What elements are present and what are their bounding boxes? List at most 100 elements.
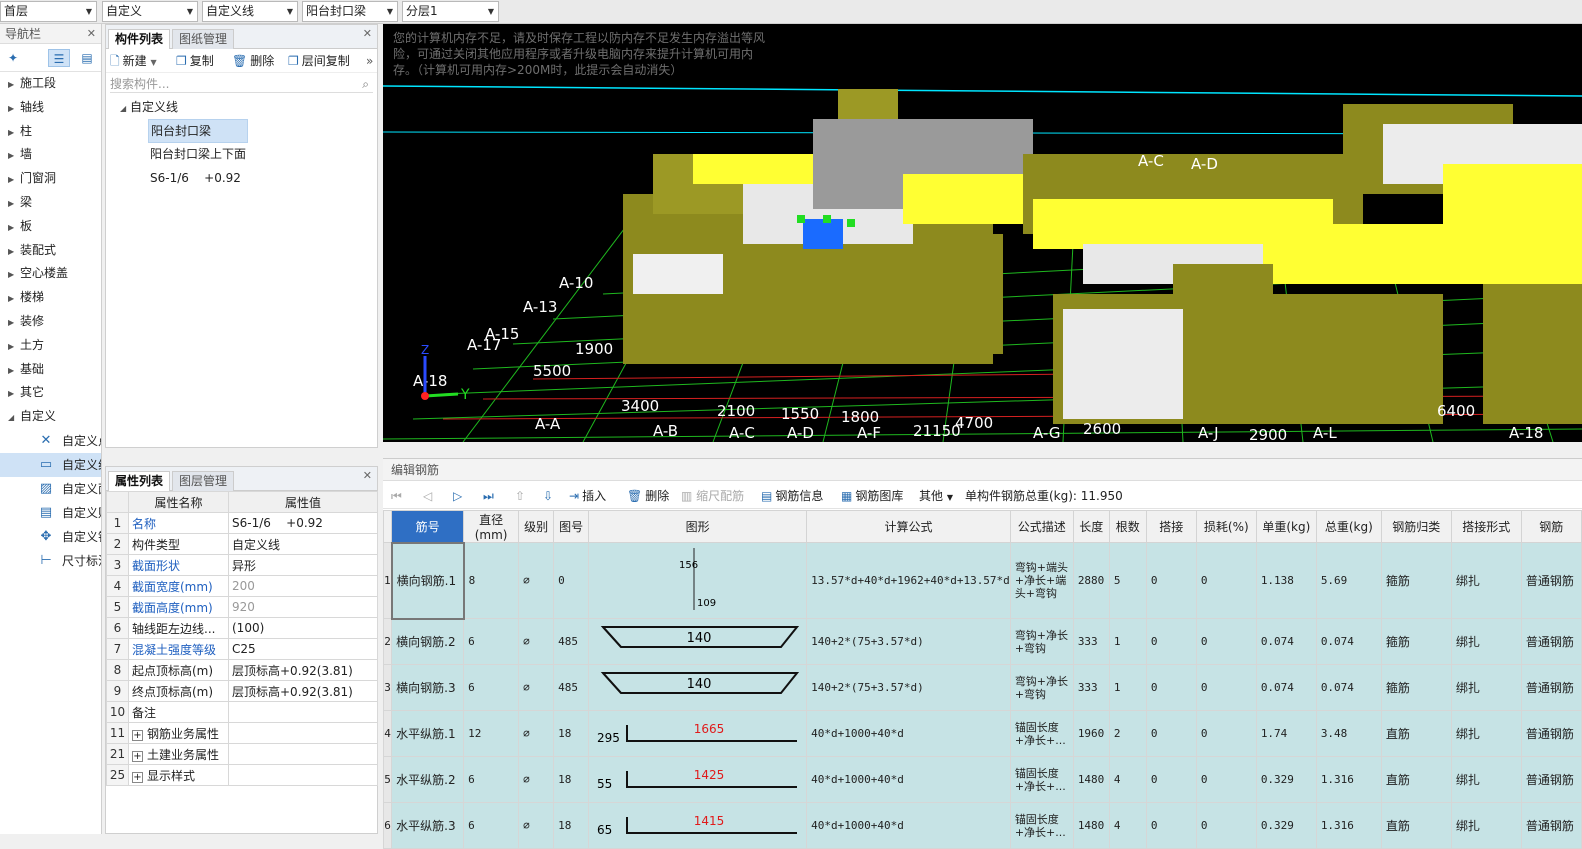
prop-value[interactable] (228, 722, 378, 744)
nav-item[interactable]: ◢ 自定义 (0, 405, 101, 429)
nav-subitem[interactable]: ▨自定义面 (0, 477, 101, 501)
rebar-lap[interactable]: 0 (1145, 756, 1197, 803)
rebar-name[interactable]: 横向钢筋.2 (391, 618, 465, 665)
tab-property-list[interactable]: 属性列表 (108, 471, 171, 491)
rebar-formula-desc[interactable]: 弯钩+净长+弯钩 (1009, 618, 1074, 665)
rebar-header[interactable]: 公式描述 (1009, 510, 1074, 543)
nav-item[interactable]: ▶ 梁 (0, 191, 101, 215)
rebar-lap-form[interactable]: 绑扎 (1450, 710, 1522, 757)
rebar-lap-form[interactable]: 绑扎 (1450, 542, 1522, 619)
rebar-grade[interactable]: ⌀ (518, 710, 555, 757)
property-row[interactable]: 5 截面高度(mm) 920 (106, 596, 378, 618)
type-select[interactable]: 自定义线 ▼ (202, 1, 298, 22)
rebar-header[interactable]: 图号 (553, 510, 590, 543)
rebar-type[interactable]: 普通钢筋 (1520, 802, 1582, 849)
rebar-lap[interactable]: 0 (1145, 542, 1197, 619)
expand-icon[interactable]: + (132, 729, 143, 741)
tab-layer-management[interactable]: 图层管理 (172, 471, 235, 491)
rebar-diameter[interactable]: 12 (463, 710, 520, 757)
rebar-library-button[interactable]: ▦ 钢筋图库 (841, 487, 903, 505)
rebar-header[interactable]: 钢筋 (1520, 510, 1582, 543)
delete-button[interactable]: 🗑 删除 (232, 52, 274, 70)
rebar-formula-desc[interactable]: 锚固长度+净长+... (1009, 710, 1074, 757)
close-icon[interactable]: ✕ (87, 24, 96, 44)
rebar-type[interactable]: 普通钢筋 (1520, 756, 1582, 803)
rebar-figure-no[interactable]: 18 (553, 756, 590, 803)
nav-item[interactable]: ▶ 装修 (0, 310, 101, 334)
rebar-formula[interactable]: 40*d+1000+40*d (806, 802, 1011, 849)
rebar-name[interactable]: 水平纵筋.3 (391, 802, 465, 849)
nav-item[interactable]: ▶ 轴线 (0, 96, 101, 120)
prop-value[interactable]: 920 (228, 596, 378, 618)
nav-item[interactable]: ▶ 装配式 (0, 239, 101, 263)
rebar-shape[interactable]: 295 1665 (588, 710, 808, 757)
expand-icon[interactable]: + (132, 750, 143, 762)
rebar-loss[interactable]: 0 (1195, 756, 1257, 803)
copy-button[interactable]: ❐ 复制 (176, 52, 214, 70)
rebar-category[interactable]: 箍筋 (1380, 664, 1452, 711)
nav-item[interactable]: ▶ 施工段 (0, 72, 101, 96)
nav-item[interactable]: ▶ 空心楼盖 (0, 262, 101, 286)
property-row[interactable]: 9 终点顶标高(m) 层顶标高+0.92(3.81) (106, 680, 378, 702)
rebar-type[interactable]: 普通钢筋 (1520, 664, 1582, 711)
rebar-diameter[interactable]: 6 (463, 664, 520, 711)
property-row[interactable]: 21 + 土建业务属性 (106, 743, 378, 765)
rebar-header[interactable]: 直径(mm) (463, 510, 520, 543)
rebar-lap[interactable]: 0 (1145, 802, 1197, 849)
rebar-type[interactable]: 普通钢筋 (1520, 542, 1582, 619)
delete-row-button[interactable]: 🗑 删除 (627, 487, 669, 505)
rebar-shape[interactable]: 140 (588, 664, 808, 711)
prop-value[interactable]: S6-1/6 +0.92 (228, 512, 378, 534)
rebar-diameter[interactable]: 6 (463, 802, 520, 849)
prop-value[interactable]: C25 (228, 638, 378, 660)
nav-item[interactable]: ▶ 板 (0, 215, 101, 239)
nav-subitem[interactable]: ✕自定义点 (0, 429, 101, 453)
rebar-loss[interactable]: 0 (1195, 802, 1257, 849)
prev-icon[interactable]: ◁ (423, 487, 432, 505)
detail-view-icon[interactable]: ▤ (76, 49, 98, 67)
pin-icon[interactable]: ✦ (2, 49, 24, 67)
rebar-shape[interactable]: 140 (588, 618, 808, 665)
rebar-shape[interactable]: 55 1425 (588, 756, 808, 803)
rebar-name[interactable]: 横向钢筋.1 (390, 541, 465, 620)
rebar-formula-desc[interactable]: 弯钩+端头+净长+端头+弯钩 (1009, 542, 1074, 619)
property-row[interactable]: 8 起点顶标高(m) 层顶标高+0.92(3.81) (106, 659, 378, 681)
close-icon[interactable]: ✕ (363, 27, 372, 40)
property-row[interactable]: 11 + 钢筋业务属性 (106, 722, 378, 744)
rebar-lap[interactable]: 0 (1145, 618, 1197, 665)
more-icon[interactable]: » (366, 52, 373, 70)
rebar-row[interactable]: 2 横向钢筋.2 6 ⌀ 485 140 140+2*(75+3.57*d) 弯钩+净长+弯钩… (382, 618, 1582, 665)
move-up-icon[interactable]: ⇧ (515, 487, 525, 505)
rebar-type[interactable]: 普通钢筋 (1520, 618, 1582, 665)
rebar-count[interactable]: 4 (1108, 802, 1147, 849)
rebar-row[interactable]: 1 横向钢筋.1 8 ⌀ 0 156 109 13.57*d+40*d+1962+40*d+1… (382, 541, 1582, 620)
category-select[interactable]: 自定义 ▼ (102, 1, 198, 22)
property-row[interactable]: 25 + 显示样式 (106, 764, 378, 786)
rebar-lap-form[interactable]: 绑扎 (1450, 802, 1522, 849)
nav-item[interactable]: ▶ 基础 (0, 358, 101, 382)
rebar-formula-desc[interactable]: 锚固长度+净长+... (1009, 756, 1074, 803)
component-select[interactable]: 阳台封口梁 ▼ (302, 1, 398, 22)
rebar-figure-no[interactable]: 0 (553, 542, 590, 619)
rebar-category[interactable]: 直筋 (1380, 710, 1452, 757)
rebar-grade[interactable]: ⌀ (518, 756, 555, 803)
property-row[interactable]: 1 名称 S6-1/6 +0.92 (106, 512, 378, 534)
rebar-header[interactable]: 级别 (518, 510, 555, 543)
rebar-category[interactable]: 箍筋 (1380, 542, 1452, 619)
property-row[interactable]: 6 轴线距左边线... (100) (106, 617, 378, 639)
rebar-row[interactable]: 3 横向钢筋.3 6 ⌀ 485 140 140+2*(75+3.57*d) 弯钩+净长+弯钩… (382, 664, 1582, 711)
prop-value[interactable]: 异形 (228, 554, 378, 576)
rebar-header[interactable]: 单重(kg) (1255, 510, 1317, 543)
prop-value[interactable]: 层顶标高+0.92(3.81) (228, 680, 378, 702)
rebar-loss[interactable]: 0 (1195, 542, 1257, 619)
prop-value[interactable]: 自定义线 (228, 533, 378, 555)
rebar-grade[interactable]: ⌀ (518, 542, 555, 619)
rebar-lap[interactable]: 0 (1145, 664, 1197, 711)
nav-item[interactable]: ▶ 土方 (0, 334, 101, 358)
property-row[interactable]: 3 截面形状 异形 (106, 554, 378, 576)
rebar-row[interactable]: 5 水平纵筋.2 6 ⌀ 18 55 1425 40*d+1000+40*d 锚固长度+净长+.… (382, 756, 1582, 803)
property-row[interactable]: 10 备注 (106, 701, 378, 723)
3d-viewport[interactable]: A-C A-D A-10 A-13 A-15 A-17 A-18 A-A A-B… (383, 24, 1582, 442)
rebar-lap-form[interactable]: 绑扎 (1450, 664, 1522, 711)
rebar-loss[interactable]: 0 (1195, 710, 1257, 757)
